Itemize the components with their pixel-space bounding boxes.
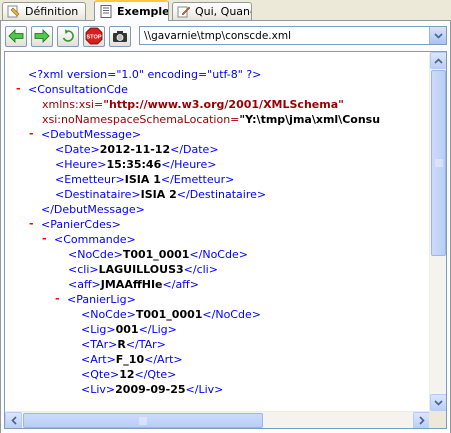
tab-definition-label: Définition (25, 5, 79, 18)
xml-value: 15:35:46 (106, 158, 162, 171)
refresh-button[interactable] (57, 25, 79, 47)
forward-arrow-icon (34, 29, 50, 43)
address-dropdown-button[interactable] (429, 27, 446, 44)
xml-tag: <Date> (55, 143, 100, 156)
xml-tag: </Date> (170, 143, 219, 156)
scroll-right-button[interactable] (413, 412, 430, 428)
vertical-scroll-thumb[interactable] (431, 70, 446, 256)
forward-button[interactable] (31, 25, 53, 47)
xml-tag: </Destinataire> (176, 188, 267, 201)
xml-value: ISIA 2 (140, 188, 177, 201)
xml-tag: </NoCde> (202, 308, 261, 321)
xml-attribute-value: "http://www.w3.org/2001/XMLSchema" (103, 98, 344, 111)
tab-divider (0, 20, 451, 21)
chevron-left-icon (10, 416, 17, 425)
xml-tag: <Heure> (55, 158, 107, 171)
collapse-toggle[interactable]: - (16, 82, 21, 95)
tab-exemple[interactable]: Exemple (94, 0, 169, 21)
tab-qui-quand[interactable]: Qui, Quand (172, 2, 252, 20)
scrollbar-corner (429, 411, 446, 428)
xml-tag: </aff> (162, 278, 199, 291)
scroll-down-button[interactable] (430, 394, 446, 411)
xml-value: LAGUILLOUS3 (98, 263, 184, 276)
chevron-down-icon (433, 32, 443, 39)
tab-exemple-label: Exemple (117, 5, 169, 18)
xml-tag: <NoCde> (68, 248, 123, 261)
xml-declaration: <?xml version="1.0" encoding="utf-8" ?> (28, 68, 262, 81)
toolbar: STOP (5, 25, 135, 47)
collapse-toggle[interactable]: - (29, 217, 34, 230)
xml-tag: <ConsultationCde (28, 83, 128, 96)
xml-content: <?xml version="1.0" encoding="utf-8" ?> … (5, 52, 430, 410)
xml-tag: </Heure> (161, 158, 217, 171)
print-button[interactable] (109, 25, 131, 47)
xml-value: JMAAffHIe (100, 278, 163, 291)
xml-value: ISIA 1 (124, 173, 161, 186)
refresh-icon (62, 29, 74, 42)
xml-value: R (117, 338, 126, 351)
definition-tab-icon (7, 5, 20, 18)
chevron-down-icon (434, 399, 443, 406)
xml-tag: </Emetteur> (160, 173, 235, 186)
collapse-toggle[interactable]: - (42, 232, 47, 245)
document-tab-icon (100, 5, 112, 18)
xml-tag: <DebutMessage> (41, 128, 142, 141)
xml-tag: </Art> (144, 353, 183, 366)
xml-value: T001_0001 (122, 248, 190, 261)
tab-strip: Définition Exemple Qui, Quand (0, 0, 451, 21)
grip-icon (434, 159, 443, 167)
xml-attribute-value: "Y:\tmp\jma\xml\Consu (239, 113, 381, 126)
xml-attribute-name: xsi:noNamespaceSchemaLocation= (42, 113, 240, 126)
xml-tag: <Emetteur> (55, 173, 125, 186)
back-button[interactable] (5, 25, 27, 47)
xml-tag: </NoCde> (189, 248, 248, 261)
xml-value: 2012-11-12 (99, 143, 171, 156)
address-value: \\gavarnie\tmp\conscde.xml (144, 29, 291, 42)
xml-tag: <Lig> (81, 323, 116, 336)
xml-viewer[interactable]: <?xml version="1.0" encoding="utf-8" ?> … (4, 51, 447, 429)
collapse-toggle[interactable]: - (29, 127, 34, 140)
vertical-scrollbar[interactable] (429, 52, 446, 411)
xml-tag: <Art> (81, 353, 116, 366)
grip-icon (139, 416, 147, 425)
xml-value: 2009-09-25 (115, 383, 186, 396)
xml-tag: <TAr> (81, 338, 118, 351)
tab-definition[interactable]: Définition (2, 2, 86, 20)
xml-tag: </Liv> (185, 383, 224, 396)
xml-tag: </TAr> (125, 338, 166, 351)
chevron-right-icon (418, 416, 425, 425)
back-arrow-icon (8, 29, 24, 43)
xml-tag: <Destinataire> (55, 188, 141, 201)
stop-icon-text: STOP (86, 35, 101, 41)
xml-value: F_10 (115, 353, 145, 366)
xml-value: T001_0001 (135, 308, 203, 321)
xml-tag: </Lig> (138, 323, 177, 336)
xml-tag: <aff> (68, 278, 101, 291)
camera-icon (113, 31, 127, 42)
xml-value: 001 (115, 323, 139, 336)
xml-tag: <NoCde> (81, 308, 136, 321)
scroll-up-button[interactable] (430, 52, 446, 69)
edit-tab-icon (177, 6, 191, 18)
collapse-toggle[interactable]: - (55, 292, 60, 305)
stop-icon: STOP (85, 27, 103, 45)
xml-value: 12 (119, 368, 135, 381)
stop-button[interactable]: STOP (83, 25, 105, 47)
address-combo[interactable]: \\gavarnie\tmp\conscde.xml (139, 26, 447, 45)
xml-tag: <Liv> (81, 383, 116, 396)
xml-attribute-name: xmlns:xsi= (42, 98, 104, 111)
horizontal-scrollbar[interactable] (5, 411, 430, 428)
chevron-up-icon (434, 57, 443, 64)
scroll-left-button[interactable] (5, 412, 22, 428)
xml-tag: <PanierLig> (67, 293, 136, 306)
horizontal-scroll-thumb[interactable] (23, 413, 263, 428)
xml-tag: <cli> (68, 263, 99, 276)
xml-tag: </cli> (183, 263, 218, 276)
xml-tag: <Commande> (54, 233, 136, 246)
xml-tag: <PanierCdes> (41, 218, 121, 231)
tab-qui-quand-label: Qui, Quand (195, 5, 252, 18)
xml-tag: <Qte> (81, 368, 120, 381)
xml-tag: </Qte> (134, 368, 177, 381)
xml-tag: </DebutMessage> (41, 203, 145, 216)
